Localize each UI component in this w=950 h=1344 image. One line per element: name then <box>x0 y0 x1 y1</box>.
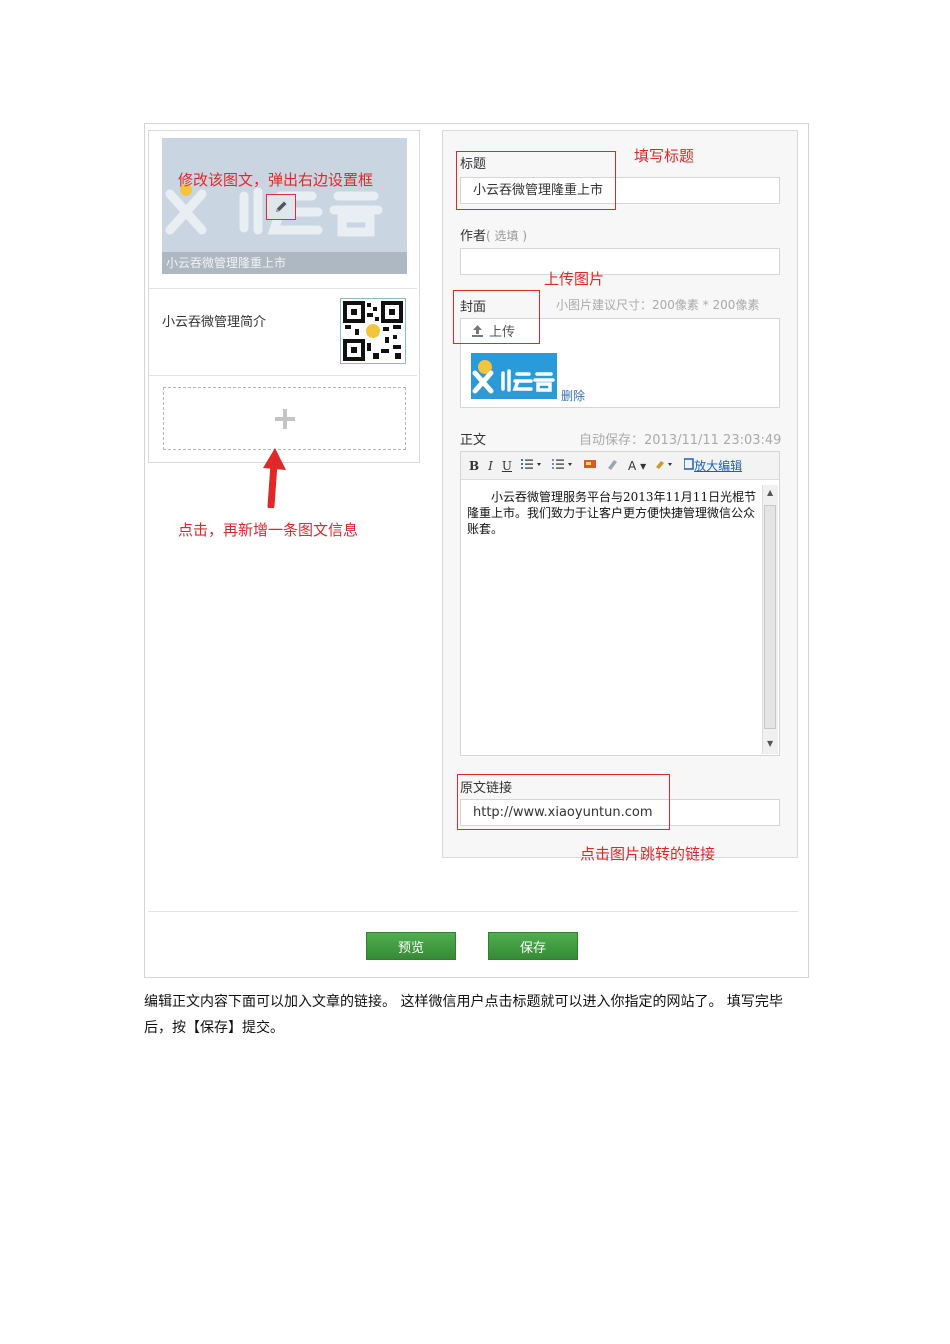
bold-button[interactable]: B <box>469 459 479 473</box>
ordered-list-icon <box>521 459 542 469</box>
qr-code-icon <box>343 301 403 361</box>
author-optional: ( 选填 ) <box>486 229 528 243</box>
zoom-edit-button[interactable]: 放大编辑 <box>683 457 743 474</box>
bullet-list-button[interactable] <box>552 458 574 473</box>
edit-article-button[interactable] <box>266 194 296 220</box>
underline-button[interactable]: U <box>502 459 512 473</box>
edit-annotation: 修改该图文，弹出右边设置框 <box>178 171 374 189</box>
eraser-icon <box>608 459 618 470</box>
list-divider <box>149 375 417 376</box>
autosave-status: 自动保存：2013/11/11 23:03:49 <box>579 433 782 448</box>
highlight-button[interactable] <box>655 458 675 473</box>
preview-button[interactable]: 预览 <box>366 932 456 960</box>
author-label: 作者( 选填 ) <box>460 225 527 244</box>
footer-divider <box>148 911 798 912</box>
pencil-icon <box>276 201 287 212</box>
scroll-up-icon[interactable]: ▲ <box>767 488 773 497</box>
image-button[interactable] <box>583 458 597 473</box>
plus-icon <box>274 408 295 429</box>
zoom-edit-label: 放大编辑 <box>694 459 743 473</box>
body-label: 正文 <box>460 433 487 448</box>
delete-cover-link[interactable]: 删除 <box>561 387 585 404</box>
title-annotation: 填写标题 <box>634 147 695 165</box>
eraser-button[interactable] <box>606 458 619 474</box>
font-color-button[interactable]: A ▾ <box>628 459 646 473</box>
logo-icon <box>472 360 555 394</box>
font-color-label: A <box>628 458 637 473</box>
scrollbar-thumb[interactable] <box>764 505 776 729</box>
cover-thumbnail <box>471 353 557 399</box>
scroll-down-icon[interactable]: ▼ <box>767 739 773 748</box>
author-input[interactable] <box>460 248 780 275</box>
upload-annotation: 上传图片 <box>544 270 605 288</box>
cover-size-hint: 小图片建议尺寸：200像素 * 200像素 <box>556 298 760 312</box>
highlighter-icon <box>656 461 673 469</box>
red-arrow-icon <box>263 448 286 508</box>
bullet-list-icon <box>552 459 573 469</box>
ordered-list-button[interactable] <box>521 458 543 473</box>
italic-button[interactable]: I <box>488 459 493 473</box>
add-annotation: 点击，再新增一条图文信息 <box>178 521 359 539</box>
cover-caption: 小云吞微管理隆重上市 <box>162 252 407 274</box>
editor-toolbar: B I U A ▾ 放大编辑 <box>461 452 779 480</box>
cover-highlight-box <box>453 290 540 344</box>
author-label-text: 作者 <box>460 229 487 244</box>
document-caption: 编辑正文内容下面可以加入文章的链接。 这样微信用户点击标题就可以进入你指定的网站… <box>144 994 783 1036</box>
add-article-button[interactable] <box>163 387 406 450</box>
qr-code-thumbnail <box>340 298 406 364</box>
save-button[interactable]: 保存 <box>488 932 578 960</box>
link-highlight-box <box>457 774 670 830</box>
title-highlight-box <box>456 151 616 210</box>
zoom-edit-icon <box>683 458 694 470</box>
link-annotation: 点击图片跳转的链接 <box>580 845 716 863</box>
image-icon <box>584 460 597 468</box>
editor-content[interactable]: 小云吞微管理服务平台与2013年11月11日光棍节隆重上市。我们致力于让客户更方… <box>467 489 757 537</box>
list-item-title: 小云吞微管理简介 <box>162 315 267 330</box>
